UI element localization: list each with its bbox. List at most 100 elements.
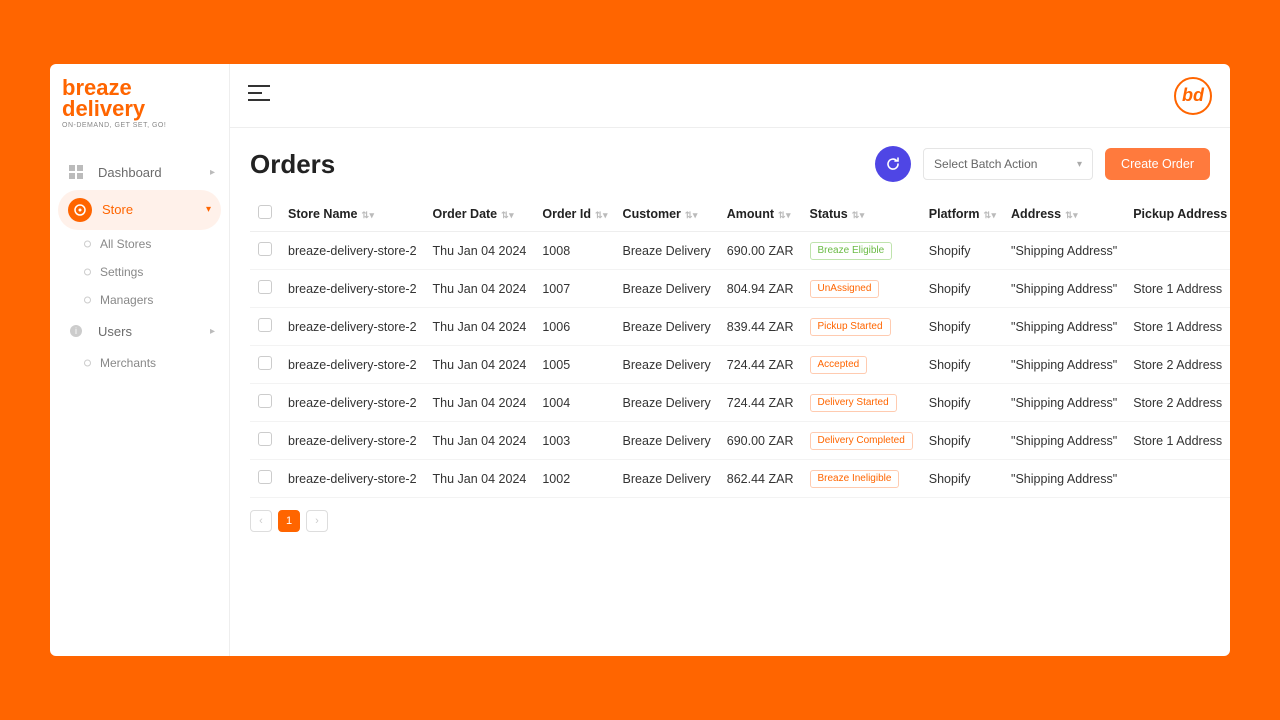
cell-amount: 690.00 ZAR bbox=[719, 232, 802, 270]
brand-tagline: ON-DEMAND, GET SET, GO! bbox=[62, 122, 217, 129]
table-row: breaze-delivery-store-2Thu Jan 04 202410… bbox=[250, 270, 1230, 308]
table-row: breaze-delivery-store-2Thu Jan 04 202410… bbox=[250, 308, 1230, 346]
svg-text:i: i bbox=[75, 326, 77, 336]
cell-date: Thu Jan 04 2024 bbox=[425, 308, 535, 346]
cell-status: Breaze Eligible bbox=[802, 232, 921, 270]
row-checkbox[interactable] bbox=[258, 470, 272, 484]
page-prev[interactable]: ‹ bbox=[250, 510, 272, 532]
cell-amount: 690.00 ZAR bbox=[719, 422, 802, 460]
pagination: ‹ 1 › bbox=[250, 510, 1210, 532]
page-title: Orders bbox=[250, 149, 335, 180]
cell-date: Thu Jan 04 2024 bbox=[425, 422, 535, 460]
cell-store: breaze-delivery-store-2 bbox=[280, 422, 425, 460]
status-badge: Breaze Ineligible bbox=[810, 470, 900, 488]
cell-orderid: 1008 bbox=[534, 232, 614, 270]
cell-store: breaze-delivery-store-2 bbox=[280, 460, 425, 498]
cell-orderid: 1002 bbox=[534, 460, 614, 498]
cell-customer: Breaze Delivery bbox=[615, 308, 719, 346]
cell-date: Thu Jan 04 2024 bbox=[425, 384, 535, 422]
col-address[interactable]: Address⇅ ▾ bbox=[1003, 196, 1125, 232]
sort-filter-icon: ⇅ ▾ bbox=[1065, 210, 1077, 220]
row-checkbox[interactable] bbox=[258, 356, 272, 370]
cell-store: breaze-delivery-store-2 bbox=[280, 308, 425, 346]
batch-action-label: Select Batch Action bbox=[934, 157, 1037, 171]
cell-amount: 862.44 ZAR bbox=[719, 460, 802, 498]
topbar: bd bbox=[230, 64, 1230, 128]
brand-logo: breaze delivery ON-DEMAND, GET SET, GO! bbox=[50, 78, 229, 147]
sort-filter-icon: ⇅ ▾ bbox=[501, 210, 513, 220]
status-badge: Delivery Completed bbox=[810, 432, 913, 450]
sidebar-sub-managers[interactable]: Managers bbox=[50, 286, 229, 314]
sidebar-item-store[interactable]: Store ▾ bbox=[58, 190, 221, 230]
cell-status: Delivery Started bbox=[802, 384, 921, 422]
cell-customer: Breaze Delivery bbox=[615, 346, 719, 384]
page-header: Orders Select Batch Action ▾ Create Orde… bbox=[250, 146, 1210, 182]
grid-icon bbox=[64, 165, 88, 179]
table-row: breaze-delivery-store-2Thu Jan 04 202410… bbox=[250, 384, 1230, 422]
cell-store: breaze-delivery-store-2 bbox=[280, 270, 425, 308]
cell-orderid: 1005 bbox=[534, 346, 614, 384]
col-order-date[interactable]: Order Date⇅ ▾ bbox=[425, 196, 535, 232]
sidebar-item-dashboard[interactable]: Dashboard ▸ bbox=[50, 155, 229, 190]
cell-customer: Breaze Delivery bbox=[615, 232, 719, 270]
row-checkbox[interactable] bbox=[258, 394, 272, 408]
cell-address: "Shipping Address" bbox=[1003, 460, 1125, 498]
row-checkbox[interactable] bbox=[258, 432, 272, 446]
sidebar-sub-settings[interactable]: Settings bbox=[50, 258, 229, 286]
sidebar-sub-merchants[interactable]: Merchants bbox=[50, 349, 229, 377]
table-head: Store Name⇅ ▾Order Date⇅ ▾Order Id⇅ ▾Cus… bbox=[250, 196, 1230, 232]
col-platform[interactable]: Platform⇅ ▾ bbox=[921, 196, 1003, 232]
chevron-right-icon: ▸ bbox=[210, 326, 215, 337]
sidebar-sub-all-stores[interactable]: All Stores bbox=[50, 230, 229, 258]
status-badge: Accepted bbox=[810, 356, 868, 374]
row-checkbox[interactable] bbox=[258, 242, 272, 256]
batch-action-select[interactable]: Select Batch Action ▾ bbox=[923, 148, 1093, 180]
row-checkbox[interactable] bbox=[258, 280, 272, 294]
page-1[interactable]: 1 bbox=[278, 510, 300, 532]
table-row: breaze-delivery-store-2Thu Jan 04 202410… bbox=[250, 232, 1230, 270]
cell-address: "Shipping Address" bbox=[1003, 422, 1125, 460]
cell-pickup: Store 2 Address bbox=[1125, 346, 1230, 384]
sidebar-item-label: Dashboard bbox=[98, 165, 162, 180]
sidebar: breaze delivery ON-DEMAND, GET SET, GO! … bbox=[50, 64, 230, 656]
col-customer[interactable]: Customer⇅ ▾ bbox=[615, 196, 719, 232]
store-icon bbox=[68, 198, 92, 222]
content: Orders Select Batch Action ▾ Create Orde… bbox=[230, 128, 1230, 550]
cell-pickup bbox=[1125, 460, 1230, 498]
table-row: breaze-delivery-store-2Thu Jan 04 202410… bbox=[250, 460, 1230, 498]
refresh-button[interactable] bbox=[875, 146, 911, 182]
cell-status: Accepted bbox=[802, 346, 921, 384]
menu-icon[interactable] bbox=[248, 84, 270, 107]
chevron-down-icon: ▾ bbox=[1077, 159, 1082, 170]
avatar[interactable]: bd bbox=[1174, 77, 1212, 115]
cell-customer: Breaze Delivery bbox=[615, 384, 719, 422]
col-store-name[interactable]: Store Name⇅ ▾ bbox=[280, 196, 425, 232]
table-body: breaze-delivery-store-2Thu Jan 04 202410… bbox=[250, 232, 1230, 498]
cell-store: breaze-delivery-store-2 bbox=[280, 384, 425, 422]
cell-orderid: 1007 bbox=[534, 270, 614, 308]
cell-date: Thu Jan 04 2024 bbox=[425, 232, 535, 270]
sort-filter-icon: ⇅ ▾ bbox=[595, 210, 607, 220]
orders-table: Store Name⇅ ▾Order Date⇅ ▾Order Id⇅ ▾Cus… bbox=[250, 196, 1230, 498]
select-all-checkbox[interactable] bbox=[258, 205, 272, 219]
cell-platform: Shopify bbox=[921, 270, 1003, 308]
cell-amount: 724.44 ZAR bbox=[719, 384, 802, 422]
cell-pickup: Store 2 Address bbox=[1125, 384, 1230, 422]
cell-pickup: Store 1 Address bbox=[1125, 308, 1230, 346]
sort-filter-icon: ⇅ ▾ bbox=[778, 210, 790, 220]
info-icon: i bbox=[64, 324, 88, 338]
page-next[interactable]: › bbox=[306, 510, 328, 532]
chevron-down-icon: ▾ bbox=[206, 204, 211, 215]
sidebar-item-users[interactable]: i Users ▸ bbox=[50, 314, 229, 349]
sort-filter-icon: ⇅ ▾ bbox=[685, 210, 697, 220]
cell-customer: Breaze Delivery bbox=[615, 270, 719, 308]
col-status[interactable]: Status⇅ ▾ bbox=[802, 196, 921, 232]
create-order-button[interactable]: Create Order bbox=[1105, 148, 1210, 180]
cell-address: "Shipping Address" bbox=[1003, 270, 1125, 308]
col-order-id[interactable]: Order Id⇅ ▾ bbox=[534, 196, 614, 232]
cell-platform: Shopify bbox=[921, 422, 1003, 460]
row-checkbox[interactable] bbox=[258, 318, 272, 332]
col-amount[interactable]: Amount⇅ ▾ bbox=[719, 196, 802, 232]
cell-address: "Shipping Address" bbox=[1003, 232, 1125, 270]
cell-date: Thu Jan 04 2024 bbox=[425, 460, 535, 498]
